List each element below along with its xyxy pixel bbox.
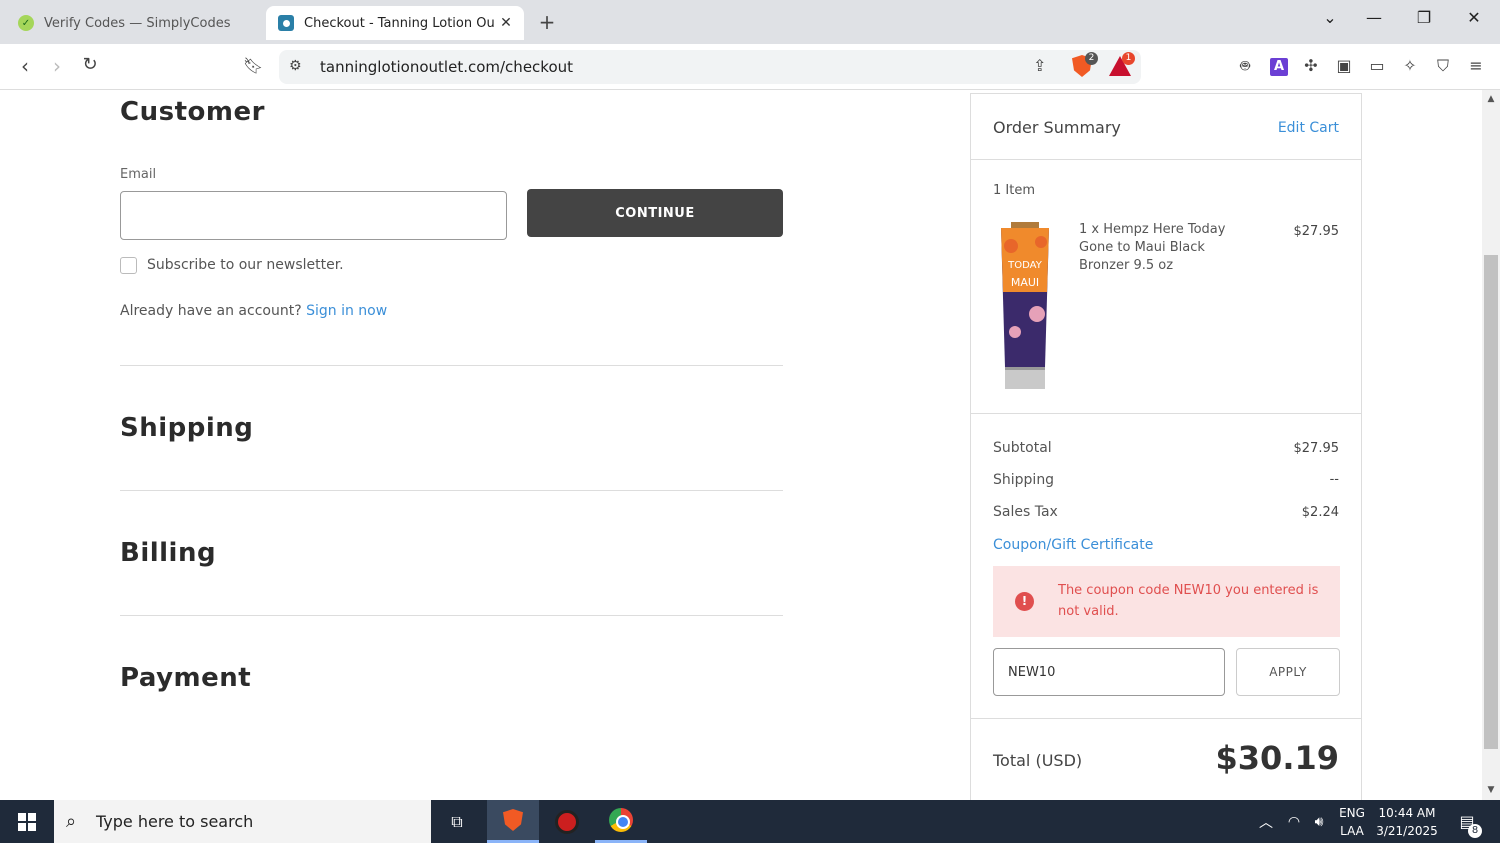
close-tab-icon[interactable]: ✕ [494,15,518,31]
scroll-up-icon[interactable]: ▲ [1482,94,1500,104]
billing-title[interactable]: Billing [120,538,216,568]
coupon-code-input[interactable] [993,648,1225,696]
sign-in-link[interactable]: Sign in now [306,303,387,319]
divider [971,413,1361,414]
account-prompt-text: Already have an account? [120,303,302,319]
brave-taskbar-icon[interactable] [487,800,539,843]
restore-icon[interactable]: ❐ [1409,8,1439,27]
close-window-icon[interactable]: ✕ [1459,8,1489,27]
store-favicon-icon [278,15,294,31]
notification-count-badge: 8 [1468,824,1482,838]
tab-verify-codes[interactable]: ✓ Verify Codes — SimplyCodes [8,6,258,40]
leo-ai-icon[interactable]: ✧ [1399,56,1421,75]
sidebar-icon[interactable]: ▣ [1333,56,1355,75]
bookmark-icon[interactable]: 🔖︎ [241,56,265,75]
language-indicator[interactable]: ENG LAA [1333,800,1371,843]
start-button[interactable] [0,800,54,843]
newsletter-label: Subscribe to our newsletter. [147,257,344,273]
divider [120,615,783,616]
network-icon[interactable]: ◠ [1283,800,1305,843]
apply-coupon-button[interactable]: APPLY [1236,648,1340,696]
task-view-icon[interactable]: ⧉ [431,800,483,843]
continue-button[interactable]: CONTINUE [527,189,783,237]
scroll-down-icon[interactable]: ▼ [1482,785,1500,795]
tab-search-chevron-icon[interactable]: ⌄ [1315,8,1345,27]
newsletter-checkbox[interactable] [120,257,137,274]
site-settings-icon[interactable]: ⚙︎ [289,58,302,74]
sales-tax-value: $2.24 [1301,505,1339,520]
extensions-puzzle-icon[interactable]: ✣ [1300,56,1322,75]
clock-time: 10:44 AM [1378,805,1436,820]
vpn-icon[interactable]: ⛉ [1432,56,1454,76]
search-placeholder: Type here to search [96,812,254,831]
forward-icon[interactable]: › [45,54,69,78]
email-label: Email [120,167,157,182]
coupon-error-message: The coupon code NEW10 you entered is not… [1058,583,1319,619]
divider [120,365,783,366]
volume-icon[interactable]: 🔊︎ [1308,800,1330,843]
sales-tax-label: Sales Tax [993,504,1058,520]
taskbar-search[interactable]: ⌕ Type here to search [54,800,431,843]
browser-toolbar: ‹ › ↻ 🔖︎ ⚙︎ tanninglotionoutlet.com/chec… [0,44,1500,90]
shield-count-badge: 2 [1085,52,1098,65]
new-tab-icon[interactable]: + [536,10,558,34]
customer-title: Customer [120,97,265,127]
order-summary: Order Summary Edit Cart 1 Item TODAY MAU… [970,93,1362,800]
address-bar[interactable]: ⚙︎ tanninglotionoutlet.com/checkout ⇪ 2 … [279,50,1141,84]
product-name[interactable]: 1 x Hempz Here Today Gone to Maui Black … [1079,221,1229,275]
language-code: ENG [1339,805,1365,820]
edit-cart-link[interactable]: Edit Cart [1278,120,1339,136]
robot-extension-icon[interactable]: 🤖︎ [1234,56,1256,78]
coupon-error-alert: ! The coupon code NEW10 you entered is n… [993,566,1340,637]
windows-logo-icon [18,812,36,831]
product-price: $27.95 [1293,224,1340,239]
rewards-count-badge: 1 [1122,52,1135,65]
page-scrollbar[interactable]: ▲ ▼ [1482,90,1500,800]
search-icon: ⌕ [66,811,77,832]
tab-title: Verify Codes — SimplyCodes [44,15,231,31]
windows-taskbar: ⌕ Type here to search ⧉ ︿ ◠ 🔊︎ ENG LAA 1… [0,800,1500,843]
error-icon: ! [1015,592,1034,611]
back-icon[interactable]: ‹ [13,54,37,78]
share-icon[interactable]: ⇪ [1033,56,1046,75]
tab-title: Checkout - Tanning Lotion Outl [304,15,494,31]
reload-icon[interactable]: ↻ [78,54,102,75]
account-prompt: Already have an account? Sign in now [120,303,387,319]
total-label: Total (USD) [993,751,1083,770]
a-extension-icon[interactable]: A [1270,58,1288,76]
keyboard-layout: LAA [1340,823,1364,838]
checkout-page: Customer Email CONTINUE Subscribe to our… [0,90,1482,800]
minimize-icon[interactable]: — [1359,8,1389,27]
simplycodes-favicon-icon: ✓ [18,15,34,31]
email-field[interactable] [120,191,507,240]
scroll-thumb[interactable] [1484,255,1498,749]
chrome-taskbar-icon[interactable] [595,800,647,843]
menu-icon[interactable]: ≡ [1465,56,1487,75]
shipping-title[interactable]: Shipping [120,413,253,443]
url-text: tanninglotionoutlet.com/checkout [320,58,574,76]
subtotal-value: $27.95 [1293,441,1340,456]
divider [120,490,783,491]
coupon-gift-certificate-link[interactable]: Coupon/Gift Certificate [993,537,1153,553]
shipping-label: Shipping [993,472,1055,488]
divider [971,159,1361,160]
divider [971,718,1361,719]
red-app-taskbar-icon[interactable] [541,800,593,843]
clock-date: 3/21/2025 [1376,823,1438,838]
order-summary-title: Order Summary [993,118,1121,137]
total-value: $30.19 [1215,739,1339,777]
tab-checkout[interactable]: Checkout - Tanning Lotion Outl ✕ [266,6,524,40]
clock[interactable]: 10:44 AM 3/21/2025 [1372,800,1442,843]
payment-title[interactable]: Payment [120,663,251,693]
show-hidden-icons-icon[interactable]: ︿ [1255,800,1277,843]
product-image: TODAY MAUI [1001,222,1049,389]
product-image-label: TODAY [1007,260,1043,271]
shipping-value: -- [1329,472,1339,487]
wallet-icon[interactable]: ▭ [1366,56,1388,75]
subtotal-label: Subtotal [993,440,1052,456]
notifications-icon[interactable]: ▤ 8 [1450,800,1484,843]
browser-tabstrip: ✓ Verify Codes — SimplyCodes Checkout - … [0,0,1500,44]
item-count: 1 Item [993,183,1035,198]
product-image-label: MAUI [1011,276,1039,289]
